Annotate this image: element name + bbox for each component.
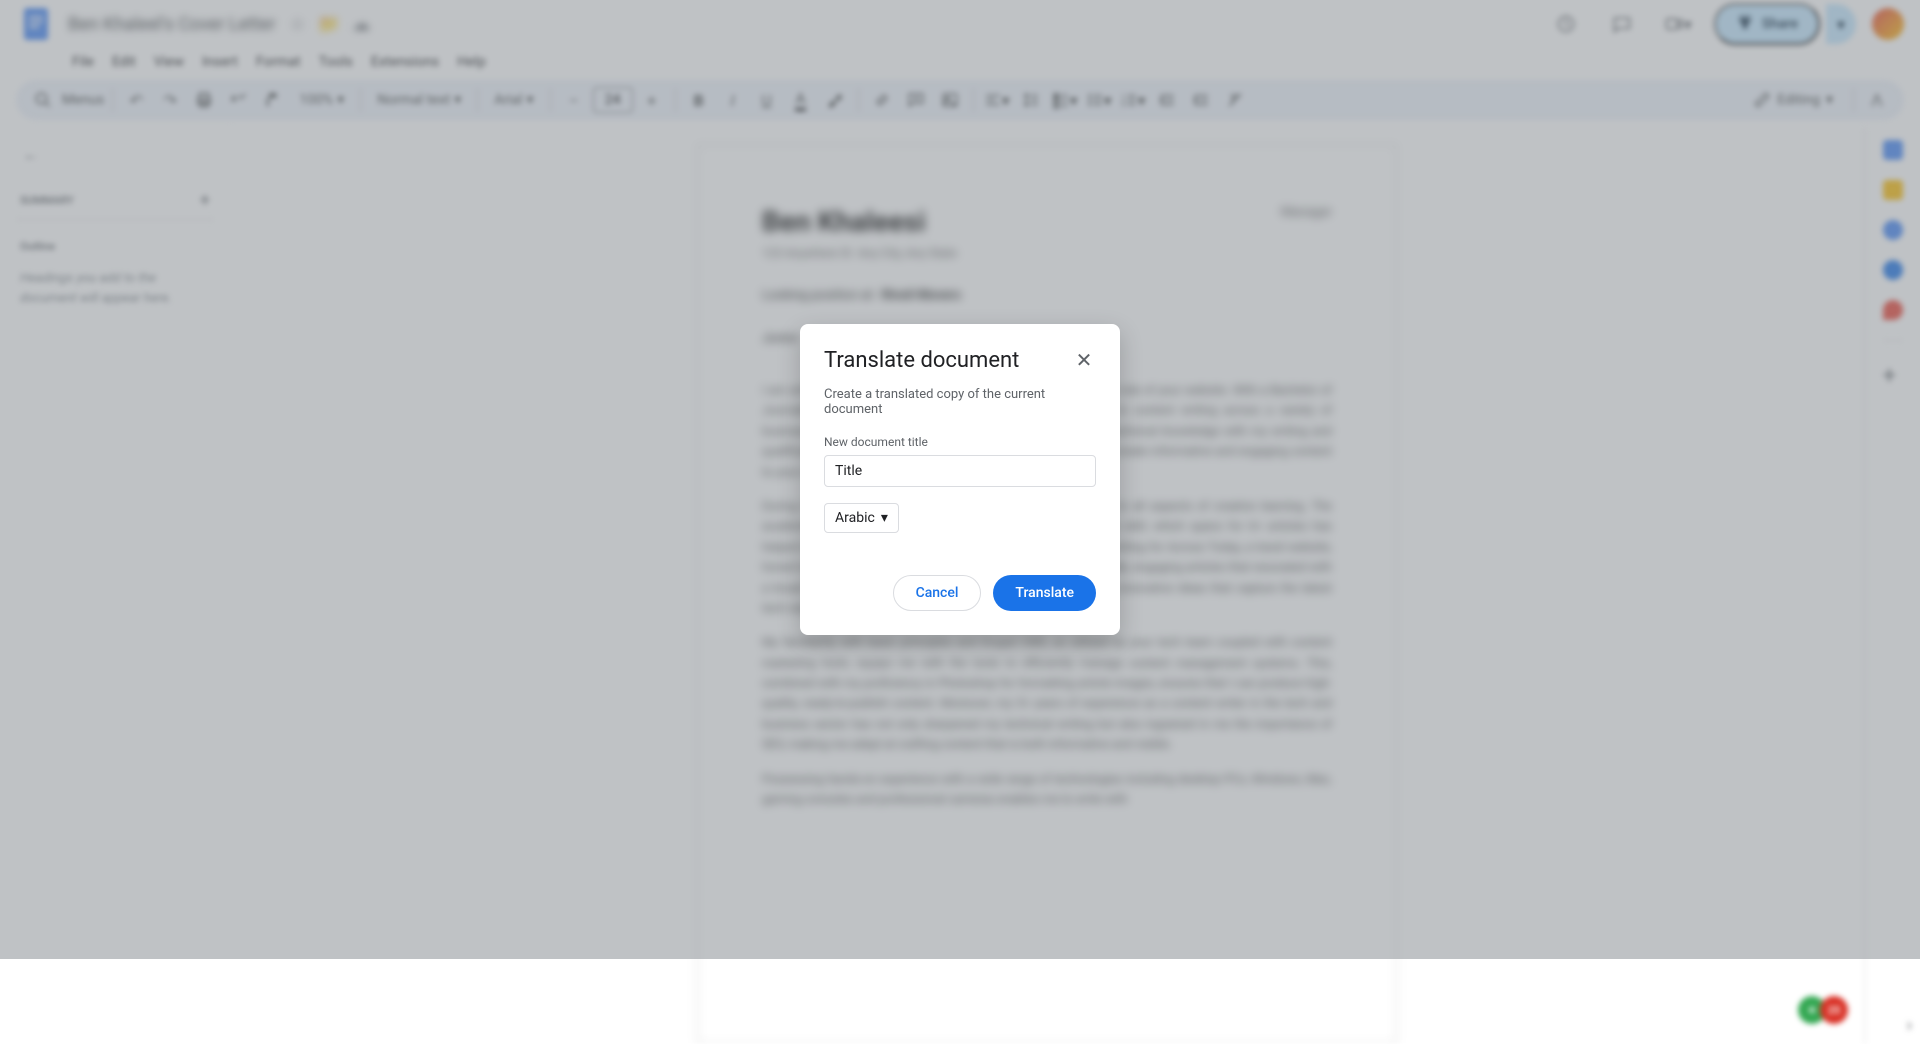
language-value: Arabic: [835, 510, 875, 526]
modal-description: Create a translated copy of the current …: [824, 387, 1096, 417]
translate-button[interactable]: Translate: [993, 575, 1096, 611]
modal-overlay: Translate document ✕ Create a translated…: [0, 0, 1920, 959]
language-select[interactable]: Arabic ▾: [824, 503, 899, 533]
notification-badge[interactable]: 25: [1820, 996, 1848, 1024]
modal-title: Translate document: [824, 348, 1019, 373]
translate-modal: Translate document ✕ Create a translated…: [800, 324, 1120, 635]
close-icon[interactable]: ✕: [1072, 348, 1096, 372]
chevron-down-icon: ▾: [881, 510, 888, 526]
new-title-label: New document title: [824, 435, 1096, 449]
show-side-panel-icon[interactable]: ›: [1907, 1015, 1912, 1036]
cancel-button[interactable]: Cancel: [893, 575, 982, 611]
new-title-input[interactable]: [824, 455, 1096, 487]
